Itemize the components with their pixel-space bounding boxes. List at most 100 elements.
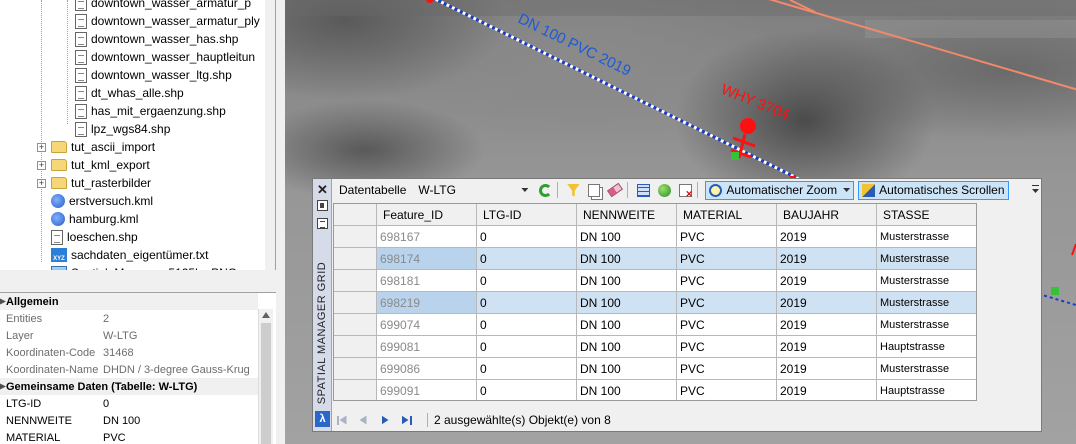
table-cell[interactable]: 0 [477,226,577,248]
row-header[interactable] [334,270,377,292]
table-cell[interactable]: 698219 [377,292,477,314]
table-cell[interactable]: Hauptstrasse [877,380,976,400]
properties-scrollbar[interactable] [258,309,273,444]
tree-file[interactable]: downtown_wasser_has.shp [75,30,238,48]
tree-file[interactable]: downtown_wasser_armatur_p [75,0,251,12]
table-cell[interactable]: DN 100 [577,314,677,336]
table-cell[interactable]: 2019 [777,314,877,336]
table-dropdown[interactable]: W-LTG [413,181,533,199]
table-row[interactable]: 698167 0 DN 100 PVC 2019 Musterstrasse [334,226,976,248]
tree-file[interactable]: downtown_wasser_ltg.shp [75,66,232,84]
table-cell[interactable]: PVC [677,270,777,292]
row-header[interactable] [334,314,377,336]
filter-button[interactable] [564,181,582,199]
table-row[interactable]: 698219 0 DN 100 PVC 2019 Musterstrasse [334,292,976,314]
next-record-button[interactable] [377,412,393,428]
first-record-button[interactable] [333,412,349,428]
table-cell[interactable]: PVC [677,336,777,358]
row-header[interactable] [334,380,377,400]
table-cell[interactable]: Musterstrasse [877,358,976,380]
table-cell[interactable]: PVC [677,248,777,270]
chevron-down-icon[interactable] [843,188,851,192]
property-category[interactable]: Allgemein [0,293,258,310]
property-category[interactable]: Gemeinsame Daten (Tabelle: W-LTG) [0,378,258,395]
column-header[interactable]: NENNWEITE [577,204,677,226]
tree-file[interactable]: downtown_wasser_hauptleitun [75,48,255,66]
table-cell[interactable]: 0 [477,248,577,270]
table-cell[interactable]: 699086 [377,358,477,380]
table-cell[interactable]: 699081 [377,336,477,358]
row-header[interactable] [334,292,377,314]
table-cell[interactable]: DN 100 [577,270,677,292]
table-cell[interactable]: Musterstrasse [877,314,976,336]
vertical-splitter[interactable] [276,0,285,444]
scroll-thumb[interactable] [261,323,271,444]
tree-folder[interactable]: tut_kml_export [51,156,150,174]
table-cell[interactable]: DN 100 [577,226,677,248]
tree-file[interactable]: XYZ sachdaten_eigentümer.txt [51,246,208,264]
table-cell[interactable]: DN 100 [577,336,677,358]
property-row[interactable]: LTG-ID 0 [0,395,258,412]
properties-icon[interactable] [317,218,328,229]
file-tree[interactable]: downtown_wasser_armatur_p downtown_wasser… [0,0,276,270]
table-cell[interactable]: 2019 [777,358,877,380]
column-header[interactable]: LTG-ID [477,204,577,226]
table-cell[interactable]: 2019 [777,292,877,314]
auto-scroll-toggle[interactable]: Automatisches Scrollen [858,180,1009,200]
expand-icon[interactable]: + [37,161,46,170]
refresh-button[interactable] [536,181,554,199]
table-cell[interactable]: Hauptstrasse [877,336,976,358]
table-cell[interactable]: 0 [477,314,577,336]
table-cell[interactable]: 0 [477,270,577,292]
table-row[interactable]: 699086 0 DN 100 PVC 2019 Musterstrasse [334,358,976,380]
table-cell[interactable]: DN 100 [577,380,677,400]
row-header[interactable] [334,226,377,248]
table-cell[interactable]: Musterstrasse [877,292,976,314]
scroll-up-icon[interactable] [262,312,270,318]
last-record-button[interactable] [399,412,415,428]
property-value[interactable]: 0 [103,398,109,410]
table-cell[interactable]: 0 [477,292,577,314]
table-cell[interactable]: 2019 [777,270,877,292]
toolbar-overflow-icon[interactable] [1032,185,1039,197]
tree-file[interactable]: downtown_wasser_armatur_ply [75,12,260,30]
auto-zoom-toggle[interactable]: Automatischer Zoom [705,180,855,200]
table-cell[interactable]: 698167 [377,226,477,248]
table-row[interactable]: 698181 0 DN 100 PVC 2019 Musterstrasse [334,270,976,292]
property-value[interactable]: PVC [103,432,126,444]
table-cell[interactable]: DN 100 [577,248,677,270]
tree-folder[interactable]: tut_rasterbilder [51,174,151,192]
table-cell[interactable]: PVC [677,380,777,400]
select-all-cell[interactable] [334,204,377,226]
column-header[interactable]: BAUJAHR [777,204,877,226]
table-cell[interactable]: 699091 [377,380,477,400]
tree-file[interactable]: hamburg.kml [51,210,138,228]
tree-file[interactable]: lpz_wgs84.shp [75,120,170,138]
column-header[interactable]: Feature_ID [377,204,477,226]
clear-button[interactable] [606,181,624,199]
tree-file[interactable]: has_mit_ergaenzung.shp [75,102,226,120]
tree-file[interactable]: erstversuch.kml [51,192,153,210]
table-cell[interactable]: DN 100 [577,292,677,314]
table-cell[interactable]: 698181 [377,270,477,292]
table-cell[interactable]: 2019 [777,248,877,270]
tree-folder[interactable]: tut_ascii_import [51,138,155,156]
delete-button[interactable] [676,181,694,200]
table-cell[interactable]: 0 [477,358,577,380]
row-header[interactable] [334,248,377,270]
horizontal-splitter[interactable] [0,270,276,292]
table-view-button[interactable] [634,181,652,199]
expand-icon[interactable]: + [37,143,46,152]
table-cell[interactable]: 0 [477,336,577,358]
tree-file[interactable]: loeschen.shp [51,228,138,246]
table-cell[interactable]: DN 100 [577,358,677,380]
table-cell[interactable]: PVC [677,226,777,248]
copy-button[interactable] [585,181,603,199]
table-cell[interactable]: 699074 [377,314,477,336]
expand-icon[interactable]: + [37,179,46,188]
table-row[interactable]: 698174 0 DN 100 PVC 2019 Musterstrasse [334,248,976,270]
row-header[interactable] [334,358,377,380]
table-cell[interactable]: PVC [677,358,777,380]
tree-file[interactable]: dt_whas_alle.shp [75,84,184,102]
table-cell[interactable]: 2019 [777,380,877,400]
